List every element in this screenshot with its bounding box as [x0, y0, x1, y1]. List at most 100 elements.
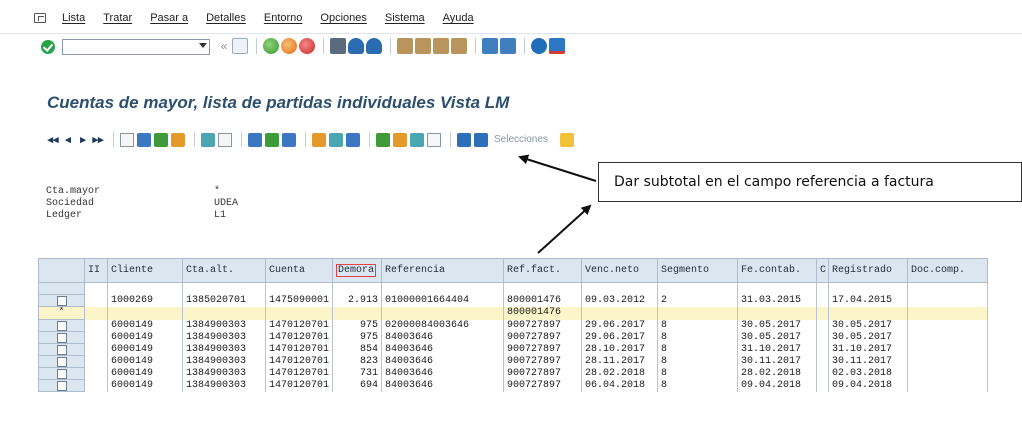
table-row[interactable]: 6000149 1384900303 1470120701 854 840036…: [38, 343, 989, 356]
column-header-highlighted[interactable]: Demora: [332, 258, 383, 283]
column-header[interactable]: Referencia: [381, 258, 505, 283]
row-checkbox[interactable]: [38, 379, 85, 392]
exit-icon[interactable]: [281, 38, 297, 54]
checkbox-box[interactable]: [56, 368, 67, 379]
menu-entorno[interactable]: Entorno: [264, 12, 303, 24]
choose-layout-icon[interactable]: [329, 132, 343, 147]
checkbox-box[interactable]: [56, 344, 67, 355]
save-icon[interactable]: [232, 38, 248, 54]
last-page-icon[interactable]: [451, 38, 467, 54]
glasses-icon[interactable]: [120, 132, 134, 147]
subtotal-icon[interactable]: [393, 132, 407, 147]
new-session-icon[interactable]: [482, 38, 498, 54]
layout-menu-icon[interactable]: [549, 38, 565, 54]
row-checkbox[interactable]: [38, 343, 85, 356]
row-checkbox[interactable]: [38, 331, 85, 344]
menu-tratar[interactable]: Tratar: [103, 12, 132, 24]
column-header-label: Demora: [336, 264, 377, 277]
table-row[interactable]: 6000149 1384900303 1470120701 694 840036…: [38, 379, 989, 392]
checkbox-box[interactable]: [56, 295, 67, 306]
info-row-sociedad: Sociedad UDEA: [46, 198, 274, 210]
shortcut-icon[interactable]: [500, 38, 516, 54]
column-header[interactable]: Ref.fact.: [503, 258, 583, 283]
previous-record-icon[interactable]: ◂: [62, 133, 74, 147]
column-header[interactable]: C: [816, 258, 830, 283]
back-icon[interactable]: [263, 38, 279, 54]
previous-page-icon[interactable]: [415, 38, 431, 54]
last-record-icon[interactable]: ▸▸: [92, 133, 104, 147]
document-icon[interactable]: [154, 132, 168, 147]
sort-descending-icon[interactable]: [265, 132, 279, 147]
table-spacer-row: [38, 282, 989, 295]
find-next-icon[interactable]: [366, 38, 382, 54]
checkbox-box[interactable]: [56, 332, 67, 343]
command-field[interactable]: [62, 39, 210, 55]
collapse-chevron-icon[interactable]: «: [218, 38, 230, 54]
menu-pasar-a[interactable]: Pasar a: [150, 12, 188, 24]
row-selector-header[interactable]: [38, 258, 85, 283]
cancel-icon[interactable]: [299, 38, 315, 54]
pencil-icon[interactable]: [137, 132, 151, 147]
menu-lista[interactable]: Lista: [62, 12, 85, 24]
table-row[interactable]: 6000149 1384900303 1470120701 731 840036…: [38, 367, 989, 380]
menu-ayuda[interactable]: Ayuda: [443, 12, 474, 24]
next-record-icon[interactable]: ▸: [77, 133, 89, 147]
cell-cliente: 6000149: [107, 367, 183, 380]
cell-cuenta: 1470120701: [264, 331, 334, 344]
column-header[interactable]: Registrado: [828, 258, 909, 283]
column-header[interactable]: Fe.contab.: [737, 258, 818, 283]
menu-opciones[interactable]: Opciones: [320, 12, 366, 24]
column-header[interactable]: Cliente: [107, 258, 183, 283]
select-all-icon[interactable]: [201, 132, 215, 147]
row-checkbox[interactable]: [38, 319, 85, 332]
table-row[interactable]: 6000149 1384900303 1470120701 823 840036…: [38, 355, 989, 368]
column-header[interactable]: II: [84, 258, 108, 283]
row-checkbox[interactable]: [38, 294, 85, 307]
cell-demora: 975: [332, 319, 383, 332]
subtotal-row[interactable]: * 800001476: [38, 306, 989, 320]
info-value: *: [214, 186, 221, 197]
enter-check-icon[interactable]: [41, 40, 55, 54]
column-header[interactable]: Segmento: [657, 258, 739, 283]
help-icon[interactable]: [531, 38, 547, 54]
total-icon[interactable]: [376, 132, 390, 147]
checkbox-box[interactable]: [56, 356, 67, 367]
checkbox-box[interactable]: [56, 380, 67, 391]
checkbox-box[interactable]: [56, 320, 67, 331]
first-record-icon[interactable]: ◂◂: [47, 133, 59, 147]
column-header[interactable]: Cta.alt.: [182, 258, 266, 283]
print-icon[interactable]: [330, 38, 346, 54]
column-header[interactable]: Doc.comp.: [907, 258, 989, 283]
save-layout-icon[interactable]: [346, 132, 360, 147]
table-row[interactable]: 6000149 1384900303 1470120701 975 840036…: [38, 331, 989, 344]
spreadsheet-icon[interactable]: [410, 132, 424, 147]
cell-cta-alt: 1384900303: [182, 319, 266, 332]
selections-button[interactable]: Selecciones: [494, 134, 548, 145]
next-page-icon[interactable]: [433, 38, 449, 54]
command-dropdown-icon[interactable]: [199, 43, 207, 48]
menu-sistema[interactable]: Sistema: [385, 12, 425, 24]
deselect-all-icon[interactable]: [218, 132, 232, 147]
row-checkbox[interactable]: [38, 355, 85, 368]
info-icon[interactable]: [457, 132, 471, 147]
column-header[interactable]: Cuenta: [264, 258, 334, 283]
menu-exit-icon[interactable]: [34, 13, 46, 23]
selections-icon[interactable]: [474, 132, 488, 147]
cell-ii: [84, 294, 108, 307]
table-row[interactable]: 6000149 1384900303 1470120701 975 020000…: [38, 319, 989, 332]
filter-icon[interactable]: [282, 132, 296, 147]
row-checkbox[interactable]: [38, 367, 85, 380]
column-header[interactable]: Venc.neto: [581, 258, 659, 283]
cell-cliente: 1000269: [107, 294, 183, 307]
local-file-icon[interactable]: [427, 132, 441, 147]
sort-icon[interactable]: [171, 132, 185, 147]
toolbar-separator: [194, 132, 195, 147]
row-selector-cell: [38, 282, 85, 295]
sort-ascending-icon[interactable]: [248, 132, 262, 147]
layout-icon[interactable]: [312, 132, 326, 147]
table-row[interactable]: 1000269 1385020701 1475090001 2.913 0100…: [38, 294, 989, 307]
first-page-icon[interactable]: [397, 38, 413, 54]
find-icon[interactable]: [348, 38, 364, 54]
menu-detalles[interactable]: Detalles: [206, 12, 246, 24]
additional-icon[interactable]: [559, 132, 574, 147]
